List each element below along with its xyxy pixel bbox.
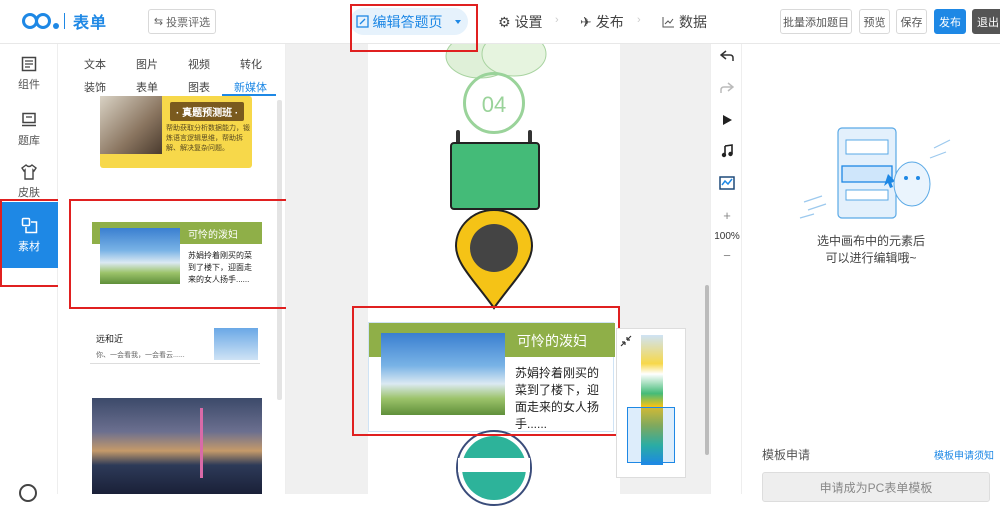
location-pin-icon[interactable] [452, 210, 536, 310]
logo-icon [22, 11, 60, 31]
exam-badge: · 真题预测班 · [170, 102, 245, 121]
card-title: 可怜的泼妇 [188, 230, 238, 241]
category-chart[interactable]: 图表 [188, 79, 210, 95]
material-card-poor-woman[interactable]: 可怜的泼妇 苏娟拎着刚买的菜到了楼下，迎面走来的女人扬手...... [92, 222, 262, 286]
sidebar-item-label: 组件 [18, 79, 40, 91]
category-image[interactable]: 图片 [136, 56, 158, 72]
chevron-right-icon: › [555, 14, 559, 26]
selected-card[interactable]: 可怜的泼妇 苏娟拎着刚买的菜到了楼下，迎面走来的女人扬手...... [368, 322, 615, 432]
nav-data-label: 数据 [679, 14, 707, 30]
component-icon [21, 56, 37, 72]
panel-scrollbar[interactable] [277, 100, 282, 400]
collapse-icon[interactable] [620, 335, 632, 347]
card-text: 苏娟拎着刚买的菜到了楼下，迎面走来的女人扬手...... [515, 366, 600, 431]
properties-panel: 选中画布中的元素后 可以进行编辑哦~ 模板申请 模板申请须知 申请成为PC表单模… [742, 44, 1000, 502]
card-text: 你、一会看我，一会看云...... [96, 352, 185, 359]
exit-button[interactable]: 退出 [972, 9, 1000, 34]
material-card-city[interactable] [92, 398, 262, 494]
zoom-in-button[interactable]: + [711, 208, 743, 223]
left-sidebar: 组件 题库 皮肤 素材 [0, 44, 65, 502]
send-icon: ✈ [580, 13, 592, 30]
empty-state-illustration [799, 127, 951, 219]
preview-button[interactable]: 预览 [859, 9, 890, 34]
minimap-viewport[interactable] [627, 407, 675, 463]
canvas-scrollbar[interactable] [705, 285, 709, 455]
undo-icon[interactable] [711, 50, 743, 65]
publish-button[interactable]: 发布 [934, 9, 966, 34]
hanging-sign[interactable] [450, 142, 540, 210]
category-conversion[interactable]: 转化 [240, 56, 262, 72]
plane-image [214, 328, 258, 360]
category-form[interactable]: 表单 [136, 79, 158, 95]
nav-data[interactable]: 数据 [662, 12, 707, 32]
music-icon[interactable] [711, 144, 743, 161]
sky-image [100, 228, 180, 284]
vote-button[interactable]: ⇆ 投票评选 [148, 9, 216, 34]
material-icon [21, 217, 37, 233]
tower-shape [200, 408, 203, 478]
gear-icon: ⚙ [498, 13, 511, 30]
nav-publish-label: 发布 [595, 14, 624, 30]
caret-down-icon [454, 19, 461, 24]
category-new-media[interactable]: 新媒体 [234, 79, 267, 95]
nav-settings-label: 设置 [514, 14, 543, 30]
sidebar-item-label: 皮肤 [18, 187, 40, 199]
nav-edit-page[interactable]: 编辑答题页 [350, 8, 468, 35]
app-logo[interactable]: 表单 [22, 10, 107, 32]
category-decoration[interactable]: 装饰 [84, 79, 106, 95]
material-card-far-near[interactable]: 远和近 你、一会看我，一会看云...... [90, 324, 260, 364]
vote-button-label: 投票评选 [166, 16, 211, 29]
logo-text: 表单 [73, 15, 108, 32]
category-text[interactable]: 文本 [84, 56, 106, 72]
nav-settings[interactable]: ⚙ 设置 [498, 12, 543, 32]
sidebar-item-components[interactable]: 组件 [0, 46, 58, 102]
material-panel: 文本 图片 视频 转化 装饰 表单 图表 新媒体 · 真题预测班 · 帮助获取分… [58, 44, 286, 494]
zoom-out-button[interactable]: − [711, 248, 743, 263]
step-circle[interactable]: 04 [463, 72, 525, 134]
card-title: 可怜的泼妇 [517, 333, 587, 349]
sidebar-item-label: 题库 [18, 135, 40, 147]
line-chart-icon [662, 17, 674, 28]
batch-add-button[interactable]: 批量添加题目 [780, 9, 852, 34]
nav-edit-label: 编辑答题页 [372, 13, 443, 30]
apply-pc-template-button[interactable]: 申请成为PC表单模板 [762, 472, 990, 502]
sidebar-item-question-bank[interactable]: 题库 [0, 102, 58, 158]
card-title: 远和近 [96, 334, 124, 344]
edit-icon [355, 15, 369, 28]
category-video[interactable]: 视频 [188, 56, 210, 72]
bottom-circle[interactable] [456, 430, 532, 506]
classroom-photo [100, 96, 162, 154]
exam-description: 帮助获取分析数据能力，锻炼语言逻辑思维，帮助拆解、解决复杂问题。 [166, 125, 250, 152]
nav-publish[interactable]: ✈ 发布 [580, 12, 624, 32]
chart-icon[interactable] [711, 176, 743, 193]
swap-icon: ⇆ [153, 16, 164, 28]
logo-divider [64, 13, 65, 29]
chevron-right-icon: › [637, 14, 641, 26]
step-number: 04 [481, 92, 507, 117]
material-card-exam[interactable]: · 真题预测班 · 帮助获取分析数据能力，锻炼语言逻辑思维，帮助拆解、解决复杂问… [100, 96, 252, 168]
top-bar: 表单 ⇆ 投票评选 编辑答题页 ⚙ 设置 › ✈ 发布 › 数据 批量添加题目 … [0, 0, 1000, 44]
question-bank-icon [22, 112, 36, 127]
help-icon[interactable] [19, 484, 37, 502]
card-text: 苏娟拎着刚买的菜到了楼下，迎面走来的女人扬手...... [188, 251, 252, 284]
empty-state-line2: 可以进行编辑哦~ [825, 251, 917, 265]
play-icon[interactable] [711, 114, 743, 129]
phone-canvas[interactable]: 04 可怜的泼妇 苏娟拎着刚买的菜到了楼下，迎面走来的女人扬手...... [368, 44, 620, 506]
template-apply-label: 模板申请 [762, 448, 811, 462]
redo-icon[interactable] [711, 82, 743, 97]
tools-column: + 100% − [710, 44, 742, 494]
disc-band [458, 458, 530, 472]
zoom-level: 100% [714, 231, 740, 242]
sky-image [381, 333, 505, 415]
minimap[interactable] [616, 328, 686, 478]
save-button[interactable]: 保存 [896, 9, 927, 34]
sidebar-item-material[interactable]: 素材 [0, 202, 58, 268]
empty-state-line1: 选中画布中的元素后 [816, 234, 925, 248]
template-notice-link[interactable]: 模板申请须知 [934, 447, 994, 462]
sidebar-item-label: 素材 [18, 240, 40, 253]
skin-icon [21, 164, 37, 180]
